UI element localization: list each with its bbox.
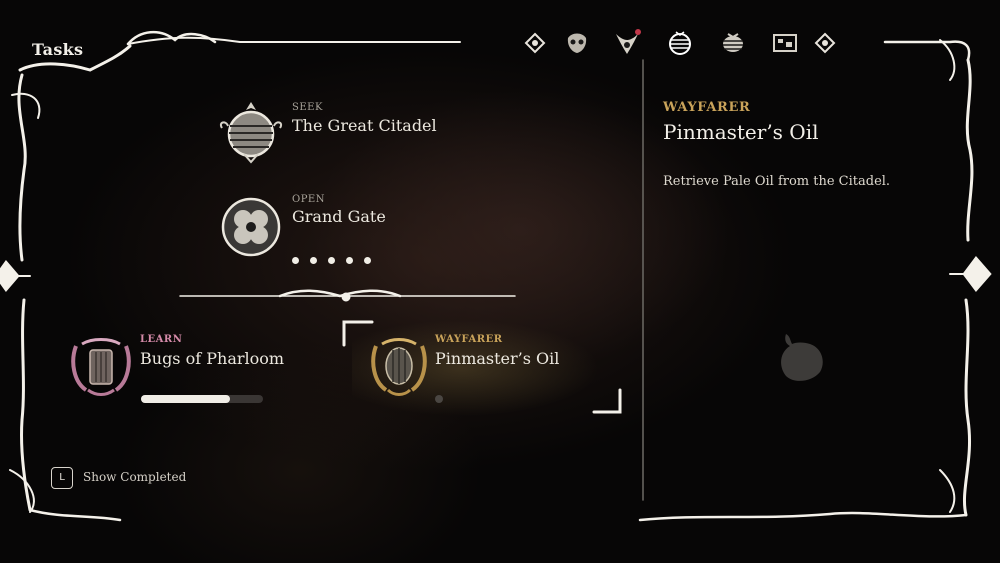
tasks-screen: Tasks SEEK The Great Citadel OPEN Grand … bbox=[0, 0, 1000, 563]
citadel-orb-icon[interactable] bbox=[665, 28, 695, 58]
task-kind: SEEK bbox=[292, 102, 323, 113]
left-diamond-icon[interactable] bbox=[520, 28, 550, 58]
task-name: Pinmaster’s Oil bbox=[435, 349, 560, 368]
progress-fill bbox=[141, 395, 231, 403]
show-completed-label: Show Completed bbox=[83, 470, 187, 484]
progress-pip bbox=[310, 257, 317, 264]
task-kind: LEARN bbox=[140, 334, 183, 345]
bug-journal-icon[interactable] bbox=[718, 28, 748, 58]
task-name: Bugs of Pharloom bbox=[140, 349, 285, 368]
gate-seal-icon bbox=[216, 192, 286, 262]
progress-pip bbox=[346, 257, 353, 264]
task-kind: OPEN bbox=[292, 194, 325, 205]
map-icon[interactable] bbox=[770, 28, 800, 58]
task-name: The Great Citadel bbox=[292, 116, 437, 135]
notification-dot bbox=[635, 29, 641, 35]
task-the-great-citadel[interactable]: SEEK The Great Citadel bbox=[216, 98, 476, 170]
citadel-orb-icon bbox=[216, 98, 286, 168]
progress-pip bbox=[292, 257, 299, 264]
task-name: Grand Gate bbox=[292, 207, 386, 226]
detail-task-name: Pinmaster’s Oil bbox=[663, 120, 819, 144]
tab-bar bbox=[520, 24, 850, 60]
progress-pip bbox=[328, 257, 335, 264]
progress-pip-empty bbox=[435, 395, 443, 403]
page-title: Tasks bbox=[32, 40, 84, 59]
l-key-icon: L bbox=[51, 467, 73, 489]
gold-harp-icon bbox=[364, 332, 434, 402]
detail-task-kind: WAYFARER bbox=[663, 100, 751, 115]
oil-flask-icon bbox=[770, 326, 830, 386]
task-progress-pips bbox=[292, 249, 382, 268]
task-kind: WAYFARER bbox=[435, 334, 503, 345]
right-diamond-icon[interactable] bbox=[810, 28, 840, 58]
task-pinmasters-oil[interactable]: WAYFARER Pinmaster’s Oil bbox=[364, 332, 614, 412]
progress-pip bbox=[364, 257, 371, 264]
bugs-of-pharloom-progress-bar bbox=[141, 395, 263, 403]
skull-crest-icon[interactable] bbox=[562, 28, 592, 58]
pink-harp-icon bbox=[66, 332, 136, 402]
horned-beetle-icon[interactable] bbox=[612, 28, 642, 58]
detail-task-description: Retrieve Pale Oil from the Citadel. bbox=[663, 174, 891, 189]
